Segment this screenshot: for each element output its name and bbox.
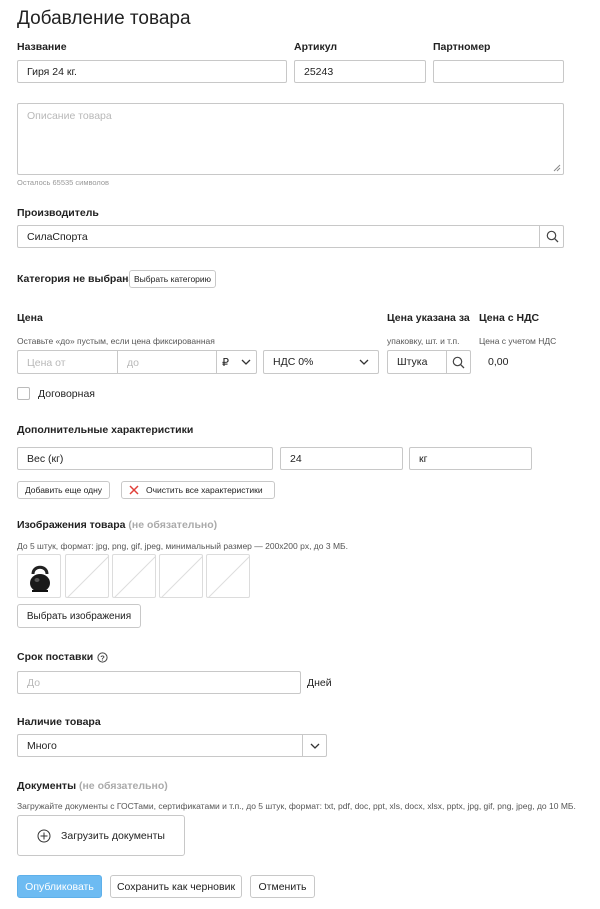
- description-counter: Осталось 65535 символов: [17, 178, 110, 187]
- unit-input[interactable]: Штука: [387, 350, 471, 374]
- characteristic-unit-value: кг: [419, 452, 428, 465]
- manufacturer-value: СилаСпорта: [27, 230, 88, 243]
- currency-value: ₽: [222, 356, 229, 369]
- sku-value: 25243: [304, 65, 334, 78]
- image-slot-empty[interactable]: [112, 554, 156, 598]
- choose-category-button[interactable]: Выбрать категорию: [129, 270, 216, 288]
- characteristic-value: 24: [290, 452, 302, 465]
- delivery-placeholder: До: [27, 676, 41, 689]
- price-unit-hint: упаковку, шт. и т.п.: [387, 336, 460, 346]
- clear-characteristics-label: Очистить все характеристики: [146, 485, 263, 495]
- upload-documents-button[interactable]: Загрузить документы: [17, 815, 185, 856]
- price-to-placeholder: до: [127, 357, 139, 369]
- price-from-input[interactable]: Цена от: [27, 357, 66, 369]
- price-from-placeholder: Цена от: [27, 357, 66, 369]
- sku-label: Артикул: [294, 41, 338, 53]
- image-thumbnail[interactable]: [17, 554, 61, 598]
- availability-dropdown-button[interactable]: [303, 735, 326, 756]
- kettlebell-image: [30, 565, 50, 592]
- characteristic-value-input[interactable]: 24: [280, 447, 403, 470]
- characteristic-name-value: Вес (кг): [27, 452, 64, 465]
- name-value: Гиря 24 кг.: [27, 65, 77, 78]
- delivery-unit: Дней: [307, 677, 332, 689]
- clear-characteristics-button[interactable]: Очистить все характеристики: [121, 481, 275, 499]
- documents-optional: (не обязательно): [78, 780, 168, 792]
- delivery-label-text: Срок поставки: [17, 651, 94, 663]
- name-label: Название: [17, 41, 67, 53]
- name-input[interactable]: Гиря 24 кг.: [17, 60, 287, 83]
- price-label: Цена: [17, 312, 43, 324]
- price-vat-label: Цена с НДС: [479, 312, 540, 324]
- availability-label: Наличие товара: [17, 716, 101, 728]
- search-icon: [546, 230, 558, 243]
- images-label-text: Изображения товара: [17, 519, 126, 531]
- negotiable-label: Договорная: [38, 388, 95, 400]
- image-slot-empty[interactable]: [159, 554, 203, 598]
- documents-label-text: Документы: [17, 780, 77, 792]
- cancel-button[interactable]: Отменить: [250, 875, 315, 898]
- search-icon: [452, 356, 465, 368]
- images-optional: (не обязательно): [128, 519, 218, 531]
- category-status: Категория не выбрана: [17, 273, 135, 285]
- add-characteristic-button[interactable]: Добавить еще одну: [17, 481, 110, 499]
- save-draft-button[interactable]: Сохранить как черновик: [110, 875, 242, 898]
- publish-button[interactable]: Опубликовать: [17, 875, 102, 898]
- images-label: Изображения товара (не обязательно): [17, 519, 217, 531]
- chevron-down-icon: [359, 359, 369, 365]
- partnumber-input[interactable]: [433, 60, 564, 83]
- price-unit-label: Цена указана за: [387, 312, 470, 324]
- delivery-input[interactable]: До: [17, 671, 301, 694]
- empty-slot-icon: [161, 556, 202, 597]
- empty-slot-icon: [114, 556, 155, 597]
- availability-select[interactable]: Много: [17, 734, 327, 757]
- vat-value: НДС 0%: [273, 356, 314, 368]
- vat-select[interactable]: НДС 0%: [263, 350, 379, 374]
- price-hint: Оставьте «до» пустым, если цена фиксиров…: [17, 336, 215, 346]
- empty-slot-icon: [67, 556, 108, 597]
- description-placeholder: Описание товара: [27, 110, 112, 122]
- images-hint: До 5 штук, формат: jpg, png, gif, jpeg, …: [17, 541, 348, 551]
- manufacturer-search-button[interactable]: [540, 226, 564, 247]
- plus-circle-icon: [37, 829, 51, 842]
- upload-documents-label: Загрузить документы: [61, 829, 165, 842]
- characteristic-unit-input[interactable]: кг: [409, 447, 532, 470]
- chevron-down-icon: [310, 743, 319, 749]
- empty-slot-icon: [208, 556, 249, 597]
- currency-select[interactable]: ₽: [217, 351, 256, 373]
- svg-text:?: ?: [100, 653, 105, 662]
- price-vat-hint: Цена с учетом НДС: [479, 336, 557, 346]
- page-title: Добавление товара: [17, 8, 191, 29]
- characteristic-name-input[interactable]: Вес (кг): [17, 447, 273, 470]
- help-icon[interactable]: ?: [97, 651, 108, 663]
- documents-hint: Загружайте документы с ГОСТами, сертифик…: [17, 801, 576, 811]
- partnumber-label: Партномер: [433, 41, 491, 53]
- manufacturer-input[interactable]: СилаСпорта: [17, 225, 564, 248]
- resize-handle-icon[interactable]: [553, 164, 561, 172]
- documents-label: Документы (не обязательно): [17, 780, 168, 792]
- delivery-label: Срок поставки ?: [17, 651, 108, 663]
- price-with-vat-value: 0,00: [488, 356, 509, 368]
- characteristics-label: Дополнительные характеристики: [17, 424, 194, 436]
- close-icon: [129, 485, 139, 495]
- unit-search-button[interactable]: [447, 351, 470, 373]
- chevron-down-icon: [241, 359, 251, 365]
- price-range-group: Цена от до ₽: [17, 350, 257, 374]
- description-textarea[interactable]: Описание товара: [17, 103, 564, 175]
- unit-value: Штука: [397, 356, 428, 368]
- choose-images-button[interactable]: Выбрать изображения: [17, 604, 141, 628]
- manufacturer-label: Производитель: [17, 207, 99, 219]
- image-slot-empty[interactable]: [65, 554, 109, 598]
- image-slot-empty[interactable]: [206, 554, 250, 598]
- availability-value: Много: [27, 739, 57, 752]
- sku-input[interactable]: 25243: [294, 60, 426, 83]
- price-to-input[interactable]: до: [127, 357, 212, 369]
- negotiable-checkbox[interactable]: [17, 387, 30, 400]
